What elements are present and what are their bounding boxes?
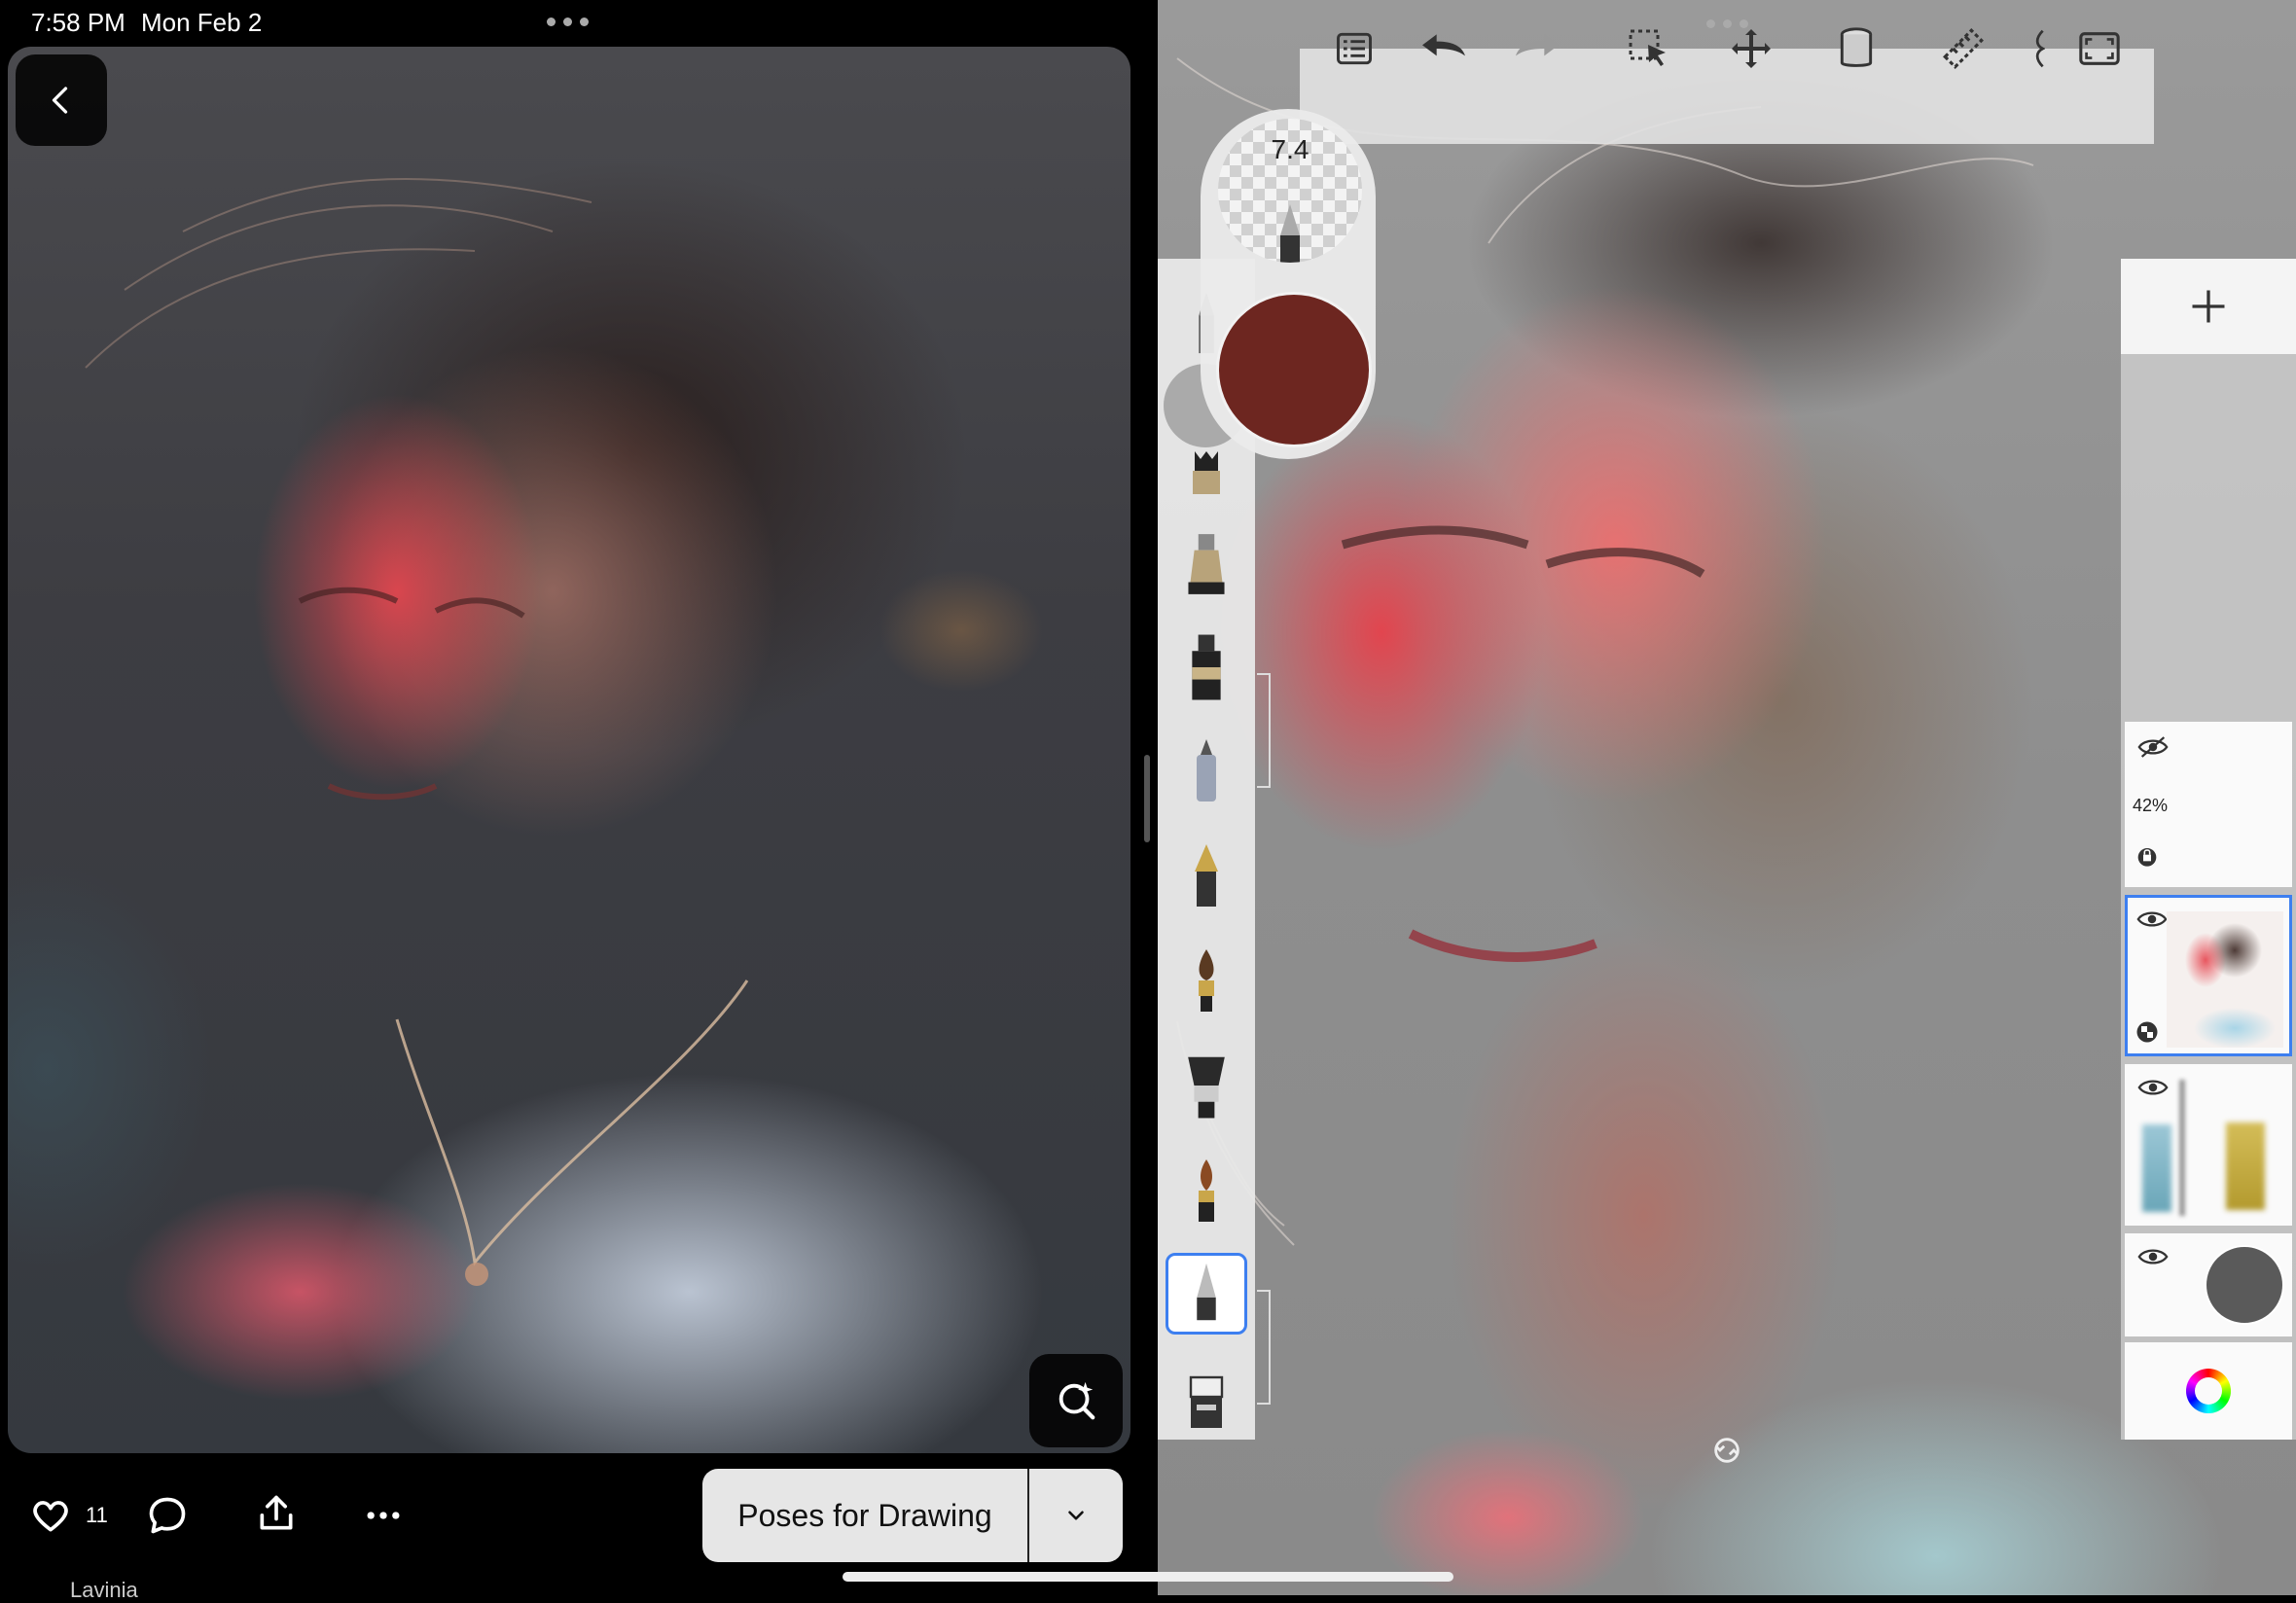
layer-portrait-selected[interactable] bbox=[2125, 895, 2292, 1056]
brush-marker[interactable] bbox=[1166, 432, 1247, 514]
brush-fan[interactable] bbox=[1166, 1045, 1247, 1126]
chevron-down-icon bbox=[1068, 1511, 1084, 1520]
perspective-tool-button[interactable] bbox=[2029, 21, 2049, 76]
undo-button[interactable] bbox=[1417, 21, 1471, 76]
layers-list-button[interactable] bbox=[1327, 21, 1381, 76]
fill-icon bbox=[1840, 27, 1873, 67]
brush-size-puck[interactable]: 7.4 bbox=[1218, 119, 1362, 263]
ink-pen-brush-icon bbox=[1188, 534, 1225, 594]
heart-icon bbox=[33, 1501, 68, 1532]
lock-icon[interactable] bbox=[2136, 844, 2158, 868]
layer-thumbnail-yellow-stroke bbox=[2226, 1122, 2265, 1210]
hidden-eye-icon[interactable] bbox=[2136, 735, 2170, 759]
felt-tip-brush-icon bbox=[1192, 634, 1221, 700]
split-view-divider[interactable] bbox=[1144, 755, 1150, 842]
more-options-button[interactable] bbox=[360, 1492, 407, 1539]
visual-search-button[interactable] bbox=[1029, 1354, 1123, 1447]
transform-tool-button[interactable] bbox=[1724, 21, 1778, 76]
photo-illustration bbox=[85, 178, 749, 1286]
layer-sketch[interactable] bbox=[2125, 1064, 2292, 1226]
comment-icon bbox=[149, 1497, 186, 1534]
multitasking-dots-left[interactable] bbox=[547, 18, 589, 26]
fullscreen-icon bbox=[2079, 32, 2120, 65]
eye-icon[interactable] bbox=[2136, 1245, 2170, 1268]
visual-search-icon bbox=[1058, 1381, 1095, 1420]
status-date: Mon Feb 2 bbox=[141, 8, 263, 37]
more-icon bbox=[367, 1512, 400, 1519]
chevron-left-icon bbox=[52, 87, 68, 114]
color-picker-button[interactable] bbox=[2125, 1342, 2292, 1440]
brush-flat[interactable] bbox=[1166, 1150, 1247, 1231]
perspective-icon bbox=[2035, 29, 2045, 68]
layer-background[interactable] bbox=[2125, 1233, 2292, 1336]
fan-brush-icon bbox=[1188, 1056, 1225, 1119]
board-name-label: Poses for Drawing bbox=[737, 1497, 992, 1533]
eye-icon[interactable] bbox=[2135, 908, 2169, 931]
airbrush-brush-icon bbox=[1197, 1263, 1216, 1321]
ruler-icon bbox=[1943, 28, 1984, 69]
comment-button[interactable] bbox=[144, 1492, 191, 1539]
redo-icon bbox=[1516, 34, 1559, 56]
fountain-pen-brush-icon bbox=[1195, 844, 1218, 907]
share-icon bbox=[260, 1495, 293, 1530]
alpha-lock-icon[interactable] bbox=[2135, 1020, 2159, 1044]
airbrush-preview-icon bbox=[1280, 204, 1300, 263]
layer-thumbnail-portrait bbox=[2167, 911, 2283, 1048]
ruler-tool-button[interactable] bbox=[1936, 21, 1991, 76]
save-to-board-button[interactable]: Poses for Drawing bbox=[702, 1469, 1123, 1562]
selection-icon bbox=[1629, 29, 1666, 66]
status-time: 7:58 PM bbox=[31, 8, 126, 37]
like-button[interactable] bbox=[27, 1492, 74, 1539]
current-color-swatch[interactable] bbox=[1216, 292, 1372, 447]
layer-hidden-42[interactable]: 42% bbox=[2125, 722, 2292, 887]
like-count: 11 bbox=[86, 1503, 108, 1527]
pin-photo[interactable] bbox=[8, 47, 1130, 1453]
plus-icon bbox=[2192, 290, 2225, 323]
brush-palette-tab-upper[interactable] bbox=[1257, 673, 1271, 788]
selection-tool-button[interactable] bbox=[1621, 21, 1675, 76]
background-color-swatch[interactable] bbox=[2205, 1245, 2284, 1325]
list-icon bbox=[1337, 32, 1372, 65]
share-button[interactable] bbox=[253, 1490, 300, 1537]
brush-ink-pen[interactable] bbox=[1166, 523, 1247, 605]
brush-palette-tab-lower[interactable] bbox=[1257, 1290, 1271, 1405]
layer-opacity-value: 42% bbox=[2133, 796, 2169, 815]
back-button[interactable] bbox=[16, 54, 107, 146]
brush-fountain-pen[interactable] bbox=[1166, 835, 1247, 916]
brush-round[interactable] bbox=[1166, 940, 1247, 1021]
brush-technical-pen[interactable] bbox=[1166, 730, 1247, 811]
eraser-brush-icon bbox=[1189, 1375, 1224, 1428]
round-brush-icon bbox=[1199, 949, 1214, 1012]
layer-thumbnail-gray-stroke bbox=[2179, 1080, 2185, 1216]
fullscreen-button[interactable] bbox=[2072, 21, 2127, 76]
redo-button[interactable] bbox=[1510, 21, 1564, 76]
eye-icon[interactable] bbox=[2136, 1076, 2170, 1099]
layer-thumbnail-blue-stroke bbox=[2142, 1124, 2171, 1212]
marker-brush-icon bbox=[1193, 451, 1220, 494]
add-layer-button[interactable] bbox=[2121, 259, 2296, 354]
technical-pen-brush-icon bbox=[1197, 739, 1216, 802]
board-picker-toggle[interactable] bbox=[1027, 1469, 1123, 1562]
pin-author-name[interactable]: Lavinia bbox=[70, 1578, 138, 1603]
color-wheel-icon bbox=[2186, 1369, 2231, 1413]
undo-icon bbox=[1422, 34, 1465, 56]
brush-airbrush-selected[interactable] bbox=[1166, 1253, 1247, 1335]
flat-brush-icon bbox=[1199, 1159, 1214, 1222]
canvas-rotate-icon[interactable] bbox=[1710, 1434, 1743, 1467]
brush-felt-tip[interactable] bbox=[1166, 626, 1247, 708]
fill-tool-button[interactable] bbox=[1829, 21, 1883, 76]
brush-eraser[interactable] bbox=[1166, 1362, 1247, 1443]
transform-icon bbox=[1732, 29, 1771, 68]
home-indicator[interactable] bbox=[843, 1572, 1453, 1582]
